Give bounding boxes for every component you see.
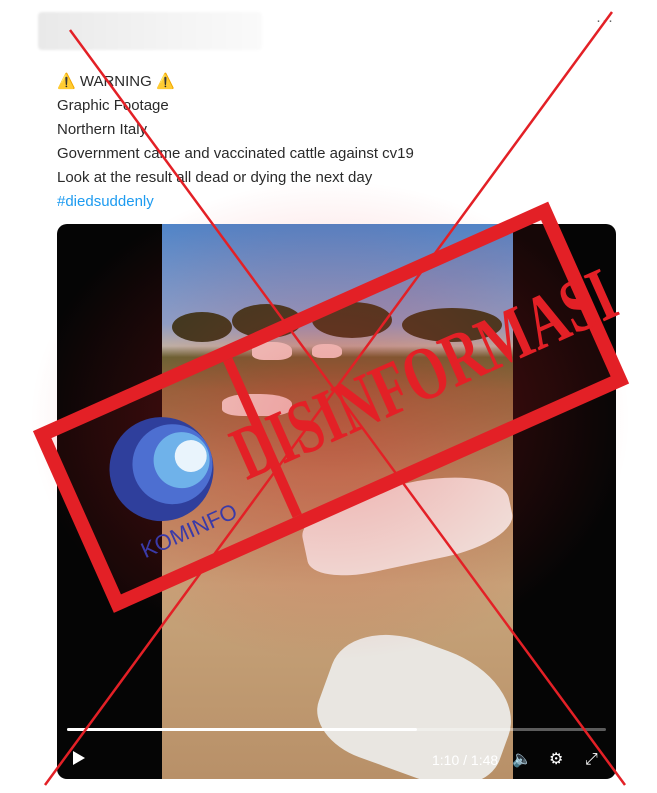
warning-line: ⚠️ WARNING ⚠️ bbox=[57, 70, 617, 94]
time-separator: / bbox=[459, 752, 471, 768]
tree bbox=[312, 302, 392, 338]
video-progress-bar[interactable] bbox=[67, 728, 606, 731]
video-frame bbox=[162, 224, 529, 779]
warning-label: WARNING bbox=[79, 73, 152, 90]
tweet-line: Look at the result all dead or dying the… bbox=[57, 169, 373, 186]
fullscreen-icon[interactable]: ⤢ bbox=[585, 751, 598, 769]
cow bbox=[252, 342, 292, 360]
play-icon[interactable] bbox=[73, 751, 85, 765]
duration: 1:48 bbox=[470, 752, 499, 768]
tweet-screenshot: ··· ⚠️ WARNING ⚠️ Graphic Footage Northe… bbox=[0, 0, 657, 793]
tree bbox=[232, 304, 302, 338]
cow bbox=[312, 344, 342, 358]
video-time: 1:10 / 1:48 bbox=[432, 752, 498, 768]
warning-icon: ⚠️ bbox=[155, 73, 175, 90]
video-progress-fill bbox=[67, 728, 418, 731]
blurred-account-header bbox=[38, 12, 262, 50]
cow bbox=[222, 394, 292, 416]
tweet-line: Graphic Footage bbox=[57, 97, 169, 114]
video-player[interactable]: 1:10 / 1:48 🔈 ⚙ ⤢ bbox=[57, 224, 616, 779]
settings-icon[interactable]: ⚙ bbox=[549, 749, 563, 769]
tree bbox=[402, 308, 502, 342]
current-time: 1:10 bbox=[432, 752, 460, 768]
hashtag-link[interactable]: #diedsuddenly bbox=[57, 190, 617, 214]
cow bbox=[295, 463, 519, 585]
tweet-line: Government came and vaccinated cattle ag… bbox=[57, 145, 414, 162]
volume-icon[interactable]: 🔈 bbox=[512, 749, 532, 769]
tweet-line: Northern Italy bbox=[57, 121, 148, 138]
tree bbox=[172, 312, 232, 342]
warning-icon: ⚠️ bbox=[57, 73, 76, 90]
tweet-body: ⚠️ WARNING ⚠️ Graphic Footage Northern I… bbox=[57, 70, 617, 214]
more-options-icon[interactable]: ··· bbox=[596, 12, 614, 29]
